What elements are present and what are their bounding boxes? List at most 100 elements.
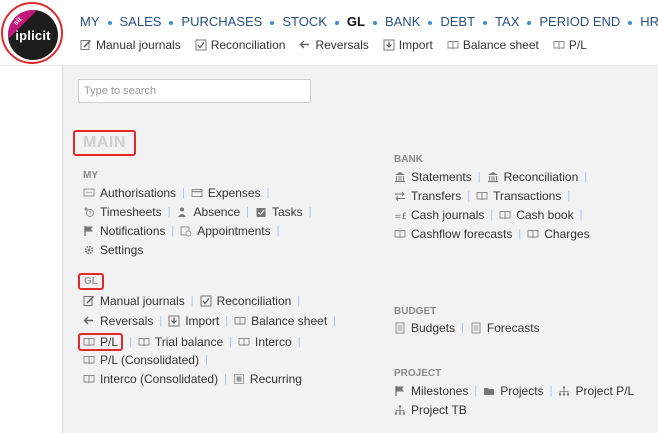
book-icon [476, 190, 488, 202]
topnav-hr[interactable]: HR [640, 14, 658, 29]
topnav-stock[interactable]: STOCK [282, 14, 327, 29]
book-icon [83, 354, 95, 366]
recurring-icon [233, 373, 245, 385]
topnav-debt[interactable]: DEBT [440, 14, 475, 29]
book-icon [138, 336, 150, 348]
bank-link-cash-book[interactable]: Cash book [499, 208, 574, 222]
link-label: Notifications [100, 224, 166, 238]
my-link-settings[interactable]: Settings [83, 243, 143, 257]
bank-link-statements[interactable]: Statements [394, 170, 472, 184]
project-link-project-p-l[interactable]: Project P/L [558, 384, 634, 398]
project-link-milestones[interactable]: Milestones [394, 384, 468, 398]
bank-link-cash-journals[interactable]: =£ Cash journals [394, 208, 484, 222]
document-icon [470, 322, 482, 334]
gl-row: P/L (Consolidated) | [83, 353, 214, 367]
my-link-absence[interactable]: Absence [176, 205, 240, 219]
document-icon [394, 322, 406, 334]
my-link-timesheets[interactable]: Timesheets [83, 205, 162, 219]
link-label: Forecasts [486, 321, 540, 335]
bank-row: =£ Cash journals | Cash book | [394, 208, 588, 222]
my-link-tasks[interactable]: Tasks [255, 205, 303, 219]
section-title-bank: BANK [394, 154, 423, 165]
search-input[interactable] [78, 79, 311, 103]
import-icon [383, 39, 395, 51]
header: sit iplicit MY SALES PURCHASES STOCK GL BANK D… [0, 0, 658, 66]
link-separator: | [461, 322, 464, 334]
subnav-balance-sheet[interactable]: Balance sheet [447, 38, 539, 52]
gl-link-p-l-consolidated[interactable]: P/L (Consolidated) [83, 353, 199, 367]
main-title: MAIN [73, 130, 136, 156]
bank-link-reconciliation[interactable]: Reconciliation [487, 170, 579, 184]
section-title-gl: GL [78, 273, 104, 290]
timesheet-icon [83, 206, 95, 218]
my-link-appointments[interactable]: Appointments [180, 224, 271, 238]
gl-link-trial-balance[interactable]: Trial balance [138, 335, 223, 349]
bank-row: Statements | Reconciliation | [394, 170, 593, 184]
task-icon [255, 206, 267, 218]
link-separator: | [266, 187, 270, 199]
topnav-sales[interactable]: SALES [120, 14, 162, 29]
gl-link-recurring[interactable]: Recurring [233, 372, 302, 386]
folder-icon [483, 385, 495, 397]
bank-link-charges[interactable]: Charges [527, 227, 590, 241]
book-icon [238, 336, 250, 348]
my-link-notifications[interactable]: Notifications [83, 224, 165, 238]
gear-icon [83, 244, 95, 256]
link-label: Interco [255, 335, 292, 349]
link-label: Charges [544, 227, 590, 241]
gl-row: Interco (Consolidated) | Recurring [83, 372, 302, 386]
topnav-purchases[interactable]: PURCHASES [181, 14, 262, 29]
link-label: Budgets [411, 321, 456, 335]
subnav-p-l[interactable]: P/L [553, 38, 587, 52]
gl-link-interco[interactable]: Interco [238, 335, 292, 349]
gl-link-interco-consolidated[interactable]: Interco (Consolidated) [83, 372, 218, 386]
budget-link-budgets[interactable]: Budgets [394, 321, 455, 335]
topnav-tax[interactable]: TAX [495, 14, 519, 29]
topnav-bank[interactable]: BANK [385, 14, 420, 29]
bank-icon [487, 171, 499, 183]
cash-journal-icon: =£ [394, 209, 407, 222]
subnav-manual-journals[interactable]: Manual journals [80, 38, 181, 52]
main-content: MAIN MY Authorisations|Expenses|Timeshee… [62, 66, 658, 433]
bank-link-cashflow-forecasts[interactable]: Cashflow forecasts [394, 227, 512, 241]
logo-ring[interactable]: sit iplicit [1, 2, 63, 64]
link-label: Projects [500, 384, 544, 398]
link-separator: | [477, 171, 481, 183]
book-icon [83, 373, 95, 385]
sub-navigation: Manual journals Reconciliation Reversals Im… [80, 38, 601, 54]
link-separator: | [167, 206, 171, 218]
gl-link-import[interactable]: Import [168, 314, 219, 328]
gl-link-manual-journals[interactable]: Manual journals [83, 294, 185, 308]
gl-link-reconciliation[interactable]: Reconciliation [200, 294, 291, 308]
link-label: Statements [411, 170, 472, 184]
bank-link-transfers[interactable]: Transfers [394, 189, 461, 203]
project-link-projects[interactable]: Projects [483, 384, 544, 398]
topnav-gl[interactable]: GL [347, 14, 365, 29]
bank-row: Transfers | Transactions | [394, 189, 576, 203]
gl-link-reversals[interactable]: Reversals [83, 314, 153, 328]
link-label: Trial balance [154, 335, 224, 349]
subnav-import[interactable]: Import [383, 38, 433, 52]
my-link-authorisations[interactable]: Authorisations [83, 186, 176, 200]
topnav-period-end[interactable]: PERIOD END [539, 14, 620, 29]
topnav-my[interactable]: MY [80, 14, 100, 29]
link-separator: | [204, 353, 208, 366]
my-row: Authorisations | Expenses | [83, 186, 275, 200]
nav-separator-dot [107, 20, 112, 25]
nav-separator-dot [169, 20, 174, 25]
my-row: Notifications | Appointments | [83, 224, 285, 238]
gl-link-balance-sheet[interactable]: Balance sheet [234, 314, 327, 328]
budget-link-forecasts[interactable]: Forecasts [470, 321, 540, 335]
link-label: Reversals [100, 313, 154, 328]
subnav-reconciliation[interactable]: Reconciliation [195, 38, 285, 52]
subnav-label: Balance sheet [462, 38, 539, 52]
gl-link-p-l[interactable]: P/L [78, 333, 124, 351]
link-label: Reconciliation [503, 170, 579, 184]
logo[interactable]: sit iplicit [8, 10, 58, 60]
project-link-project-tb[interactable]: Project TB [394, 403, 467, 417]
journal-icon [80, 39, 92, 51]
subnav-reversals[interactable]: Reversals [299, 38, 369, 52]
bank-link-transactions[interactable]: Transactions [476, 189, 561, 203]
checkbox-icon [200, 295, 212, 307]
my-link-expenses[interactable]: Expenses [191, 186, 261, 200]
